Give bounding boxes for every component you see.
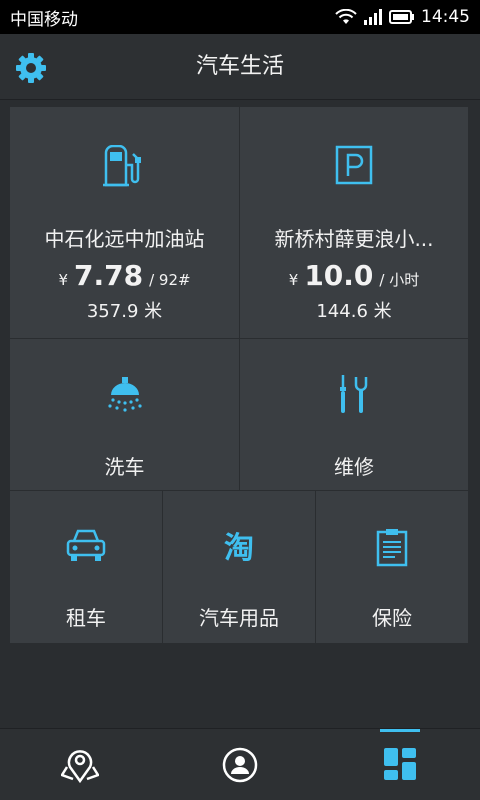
status-bar: 中国移动 14:45 (0, 0, 480, 34)
grid-divider (239, 107, 240, 490)
supplies-label: 汽车用品 (199, 606, 279, 630)
parking-card[interactable]: 新桥村薛更浪小... ¥ 10.0 / 小时 144.6 米 (240, 107, 468, 338)
fuel-pump-icon (102, 145, 141, 187)
bottom-nav (0, 728, 480, 800)
car-icon (66, 529, 106, 561)
insurance-label: 保险 (372, 606, 412, 630)
rental-label: 租车 (66, 606, 106, 630)
svg-text:淘: 淘 (224, 531, 254, 565)
battery-icon (389, 10, 414, 24)
location-icon (61, 750, 99, 783)
rental-card[interactable]: 租车 (10, 491, 162, 643)
nav-profile[interactable] (160, 729, 320, 800)
parking-icon (335, 145, 373, 185)
parking-price-row: ¥ 10.0 / 小时 (240, 259, 468, 292)
grid-divider (162, 491, 163, 643)
gas-station-name: 中石化远中加油站 (44, 227, 205, 251)
insurance-card[interactable]: 保险 (316, 491, 468, 643)
taobao-icon: 淘 (224, 531, 254, 565)
active-tab-indicator (380, 729, 420, 732)
gas-station-card[interactable]: 中石化远中加油站 ¥ 7.78 / 92# 357.9 米 (10, 107, 239, 338)
parking-distance: 144.6 米 (316, 301, 392, 322)
gas-unit: / 92# (149, 271, 191, 289)
grid-divider (315, 491, 316, 643)
service-grid: 中石化远中加油站 ¥ 7.78 / 92# 357.9 米 新桥村薛更浪小...… (10, 107, 468, 643)
wifi-icon (335, 9, 357, 24)
app-bar: 汽车生活 (0, 34, 480, 100)
signal-icon (364, 9, 382, 25)
car-wash-card[interactable]: 洗车 (10, 339, 239, 490)
parking-price: 10.0 (304, 259, 374, 292)
repair-label: 维修 (334, 455, 374, 479)
tools-icon (340, 375, 368, 413)
gas-price: 7.78 (73, 259, 144, 292)
parking-unit: / 小时 (379, 271, 420, 289)
car-wash-label: 洗车 (104, 455, 145, 479)
shower-icon (107, 377, 142, 412)
grid-icon (384, 748, 416, 780)
page-title: 汽车生活 (195, 54, 284, 79)
grid-divider (10, 338, 468, 339)
user-icon (222, 747, 258, 783)
nav-map[interactable] (0, 729, 160, 800)
document-icon (376, 529, 408, 567)
gas-distance: 357.9 米 (86, 301, 163, 322)
nav-apps[interactable] (320, 729, 480, 800)
parking-name: 新桥村薛更浪小... (274, 227, 434, 251)
currency-symbol: ¥ (58, 271, 68, 289)
repair-card[interactable]: 维修 (240, 339, 468, 490)
carrier-label: 中国移动 (10, 9, 78, 30)
supplies-card[interactable]: 淘 汽车用品 (163, 491, 315, 643)
clock: 14:45 (421, 7, 470, 27)
gas-price-row: ¥ 7.78 / 92# (10, 259, 239, 292)
grid-divider (10, 490, 468, 491)
currency-symbol: ¥ (288, 271, 299, 289)
